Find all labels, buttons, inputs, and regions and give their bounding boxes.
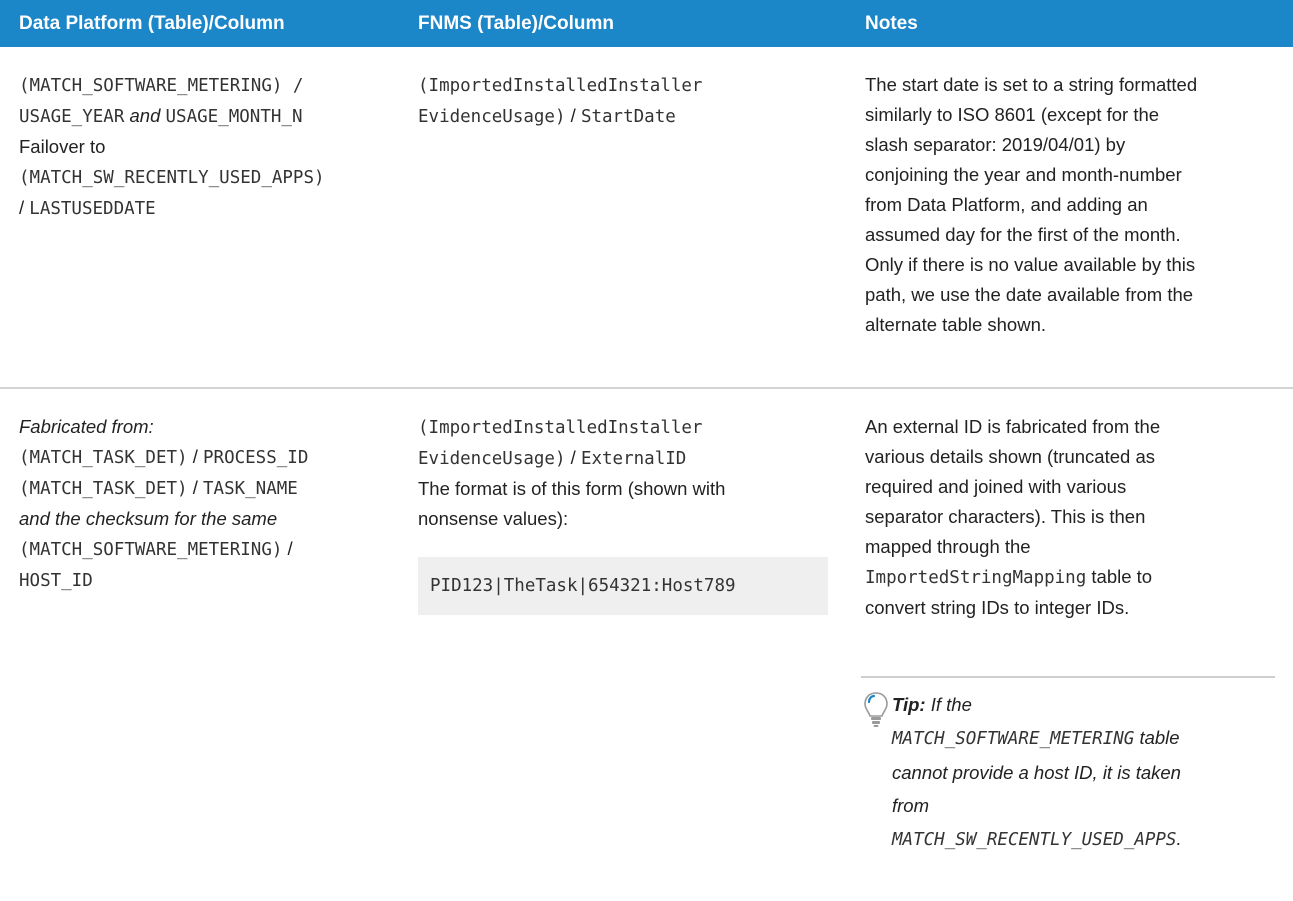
format-description: nonsense values): [418,508,569,529]
notes-line: conjoining the year and month-number [865,164,1182,185]
dp-column-ref: USAGE_YEAR [19,107,125,127]
row1-data-platform-cell: (MATCH_SOFTWARE_METERING) / USAGE_YEAR a… [19,70,409,224]
notes-line: path, we use the date available from the [865,284,1194,305]
dp-table-ref: (MATCH_TASK_DET) [19,479,188,499]
dp-column-ref: LASTUSEDDATE [29,199,156,219]
and-text: and [129,105,161,126]
dp-column-ref: PROCESS_ID [203,448,309,468]
notes-line: alternate table shown. [865,314,1047,335]
notes-line: Only if there is no value available by t… [865,254,1196,275]
notes-line: slash separator: 2019/04/01) by [865,134,1126,155]
slash-text: / [565,105,581,126]
row2-data-platform-cell: Fabricated from: (MATCH_TASK_DET) / PROC… [19,412,409,596]
row2-notes-cell: An external ID is fabricated from the va… [865,412,1285,623]
row1-fnms-cell: (ImportedInstalledInstaller EvidenceUsag… [418,70,838,132]
notes-line: convert string IDs to integer IDs. [865,597,1130,618]
slash-text: / [19,197,30,218]
dp-table-ref: (MATCH_SOFTWARE_METERING) / [19,76,304,96]
notes-line: An external ID is fabricated from the [865,416,1161,437]
notes-line: required and joined with various [865,476,1127,497]
column-header-fnms: FNMS (Table)/Column [418,13,614,34]
table-header: Data Platform (Table)/Column FNMS (Table… [0,0,1293,47]
notes-line: various details shown (truncated as [865,446,1155,467]
notes-line: The start date is set to a string format… [865,74,1198,95]
format-description: The format is of this form (shown with [418,478,726,499]
tip-text: table [1134,727,1180,748]
failover-text: Failover to [19,136,106,157]
notes-line: mapped through the [865,536,1031,557]
fnms-table-ref: EvidenceUsage) [418,449,566,469]
string-mapping-table-ref: ImportedStringMapping [865,568,1087,588]
slash-text: / [282,538,293,559]
tip-label: Tip: [892,694,926,715]
row2-fnms-cell: (ImportedInstalledInstaller EvidenceUsag… [418,412,838,534]
tip-table-ref: MATCH_SOFTWARE_METERING [892,729,1135,749]
fnms-table-ref: (ImportedInstalledInstaller [418,418,703,438]
tip-separator [861,676,1275,678]
slash-text: / [187,446,203,467]
tip-text: If the [925,694,972,715]
column-header-data-platform: Data Platform (Table)/Column [19,13,285,34]
dp-column-ref: USAGE_MONTH_N [165,107,303,127]
checksum-text: and the checksum for the same [19,508,278,529]
tip-note: Tip: If the MATCH_SOFTWARE_METERING tabl… [892,688,1282,857]
tip-text: cannot provide a host ID, it is taken [892,762,1181,783]
fnms-table-ref: (ImportedInstalledInstaller [418,76,703,96]
dp-column-ref: TASK_NAME [203,479,298,499]
slash-text: / [187,477,203,498]
notes-line: table to [1086,566,1153,587]
column-header-notes: Notes [865,13,918,34]
notes-line: separator characters). This is then [865,506,1146,527]
notes-line: similarly to ISO 8601 (except for the [865,104,1160,125]
lightbulb-icon [864,692,888,727]
notes-line: assumed day for the first of the month. [865,224,1181,245]
tip-text: . [1176,828,1182,849]
fnms-table-ref: EvidenceUsage) [418,107,566,127]
code-example-block: PID123|TheTask|654321:Host789 [418,557,828,615]
dp-table-ref: (MATCH_SOFTWARE_METERING) [19,540,283,560]
fnms-column-ref: ExternalID [580,449,687,469]
slash-text: / [565,447,581,468]
fabricated-from-text: Fabricated from: [19,416,154,437]
row1-notes-cell: The start date is set to a string format… [865,70,1285,340]
fnms-column-ref: StartDate [580,107,676,127]
row-separator [0,387,1293,389]
tip-text: from [892,795,929,816]
notes-line: from Data Platform, and adding an [865,194,1148,215]
dp-table-ref: (MATCH_TASK_DET) [19,448,188,468]
code-example: PID123|TheTask|654321:Host789 [430,576,736,596]
dp-table-ref: (MATCH_SW_RECENTLY_USED_APPS) [19,168,325,188]
tip-table-ref: MATCH_SW_RECENTLY_USED_APPS [892,830,1177,850]
dp-column-ref: HOST_ID [19,571,93,591]
